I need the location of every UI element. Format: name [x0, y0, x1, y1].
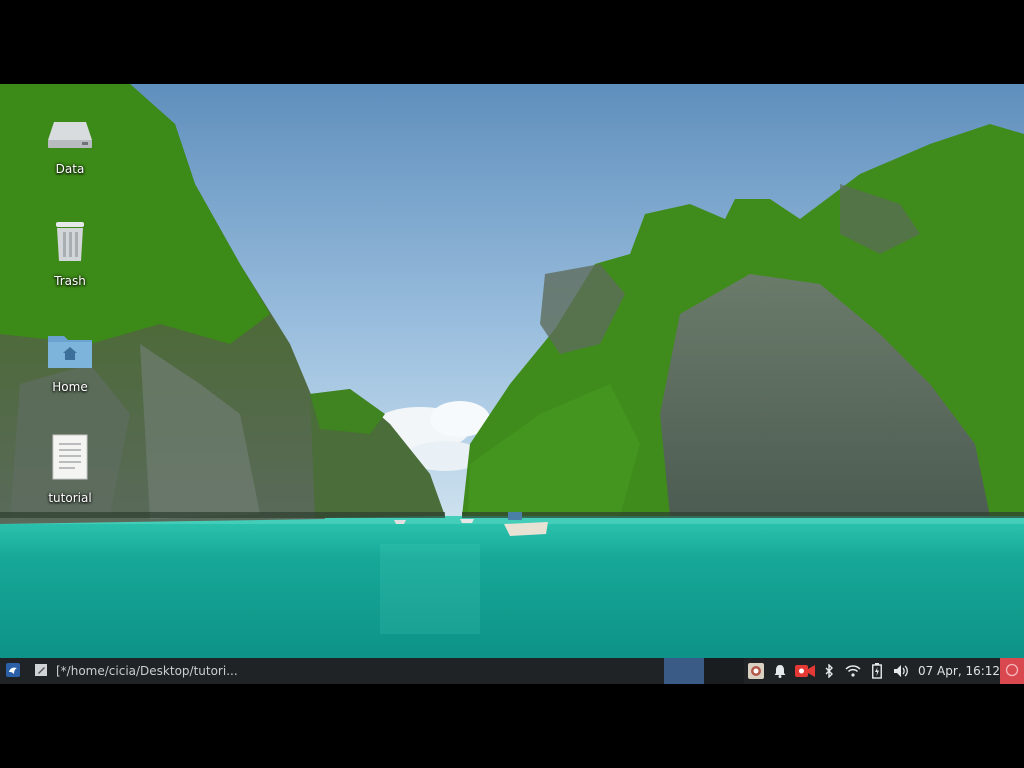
text-editor-icon	[34, 663, 48, 680]
desktop-icon-home[interactable]: Home	[25, 330, 115, 394]
app-menu-button[interactable]	[2, 658, 24, 684]
bluetooth-button[interactable]	[820, 658, 838, 684]
taskbar-window-button[interactable]: [*/home/cicia/Desktop/tutori...	[34, 658, 284, 684]
notifications-button[interactable]	[770, 658, 790, 684]
bell-icon	[774, 664, 786, 678]
camera-record-icon	[795, 664, 815, 678]
battery-icon	[872, 663, 882, 679]
taskbar-window-title: [*/home/cicia/Desktop/tutori...	[56, 664, 238, 678]
workspace-switcher[interactable]	[664, 658, 704, 684]
screen-recorder-button[interactable]	[794, 658, 816, 684]
desktop-icon-label: Home	[52, 380, 88, 394]
power-icon	[1005, 663, 1019, 680]
desktop-icon-trash[interactable]: Trash	[25, 218, 115, 288]
volume-button[interactable]	[890, 658, 912, 684]
desktop-icon-label: Data	[55, 162, 85, 176]
clock[interactable]: 07 Apr, 16:12	[918, 658, 1000, 684]
desktop-icon-data[interactable]: Data	[25, 112, 115, 176]
wifi-button[interactable]	[842, 658, 864, 684]
desktop-icon-tutorial[interactable]: tutorial	[25, 433, 115, 505]
screenshot-app-icon	[748, 663, 764, 679]
battery-button[interactable]	[868, 658, 886, 684]
session-button[interactable]	[1000, 658, 1024, 684]
app-menu-icon	[6, 662, 20, 680]
drive-icon	[25, 112, 115, 156]
clock-text: 07 Apr, 16:12	[917, 664, 1001, 678]
screenshot-app-button[interactable]	[746, 658, 766, 684]
home-folder-icon	[25, 330, 115, 374]
workspace-2[interactable]	[704, 658, 744, 684]
wallpaper	[0, 84, 1024, 684]
desktop-icon-label: Trash	[54, 274, 86, 288]
wifi-icon	[845, 665, 861, 677]
bluetooth-icon	[824, 664, 834, 678]
trash-icon	[25, 218, 115, 268]
desktop: Data Trash Home tutorial [*/home/cicia/D…	[0, 84, 1024, 684]
taskbar: [*/home/cicia/Desktop/tutori... 07 Apr, …	[0, 658, 1024, 684]
document-icon	[25, 433, 115, 485]
desktop-icon-label: tutorial	[48, 491, 92, 505]
volume-icon	[893, 664, 909, 678]
